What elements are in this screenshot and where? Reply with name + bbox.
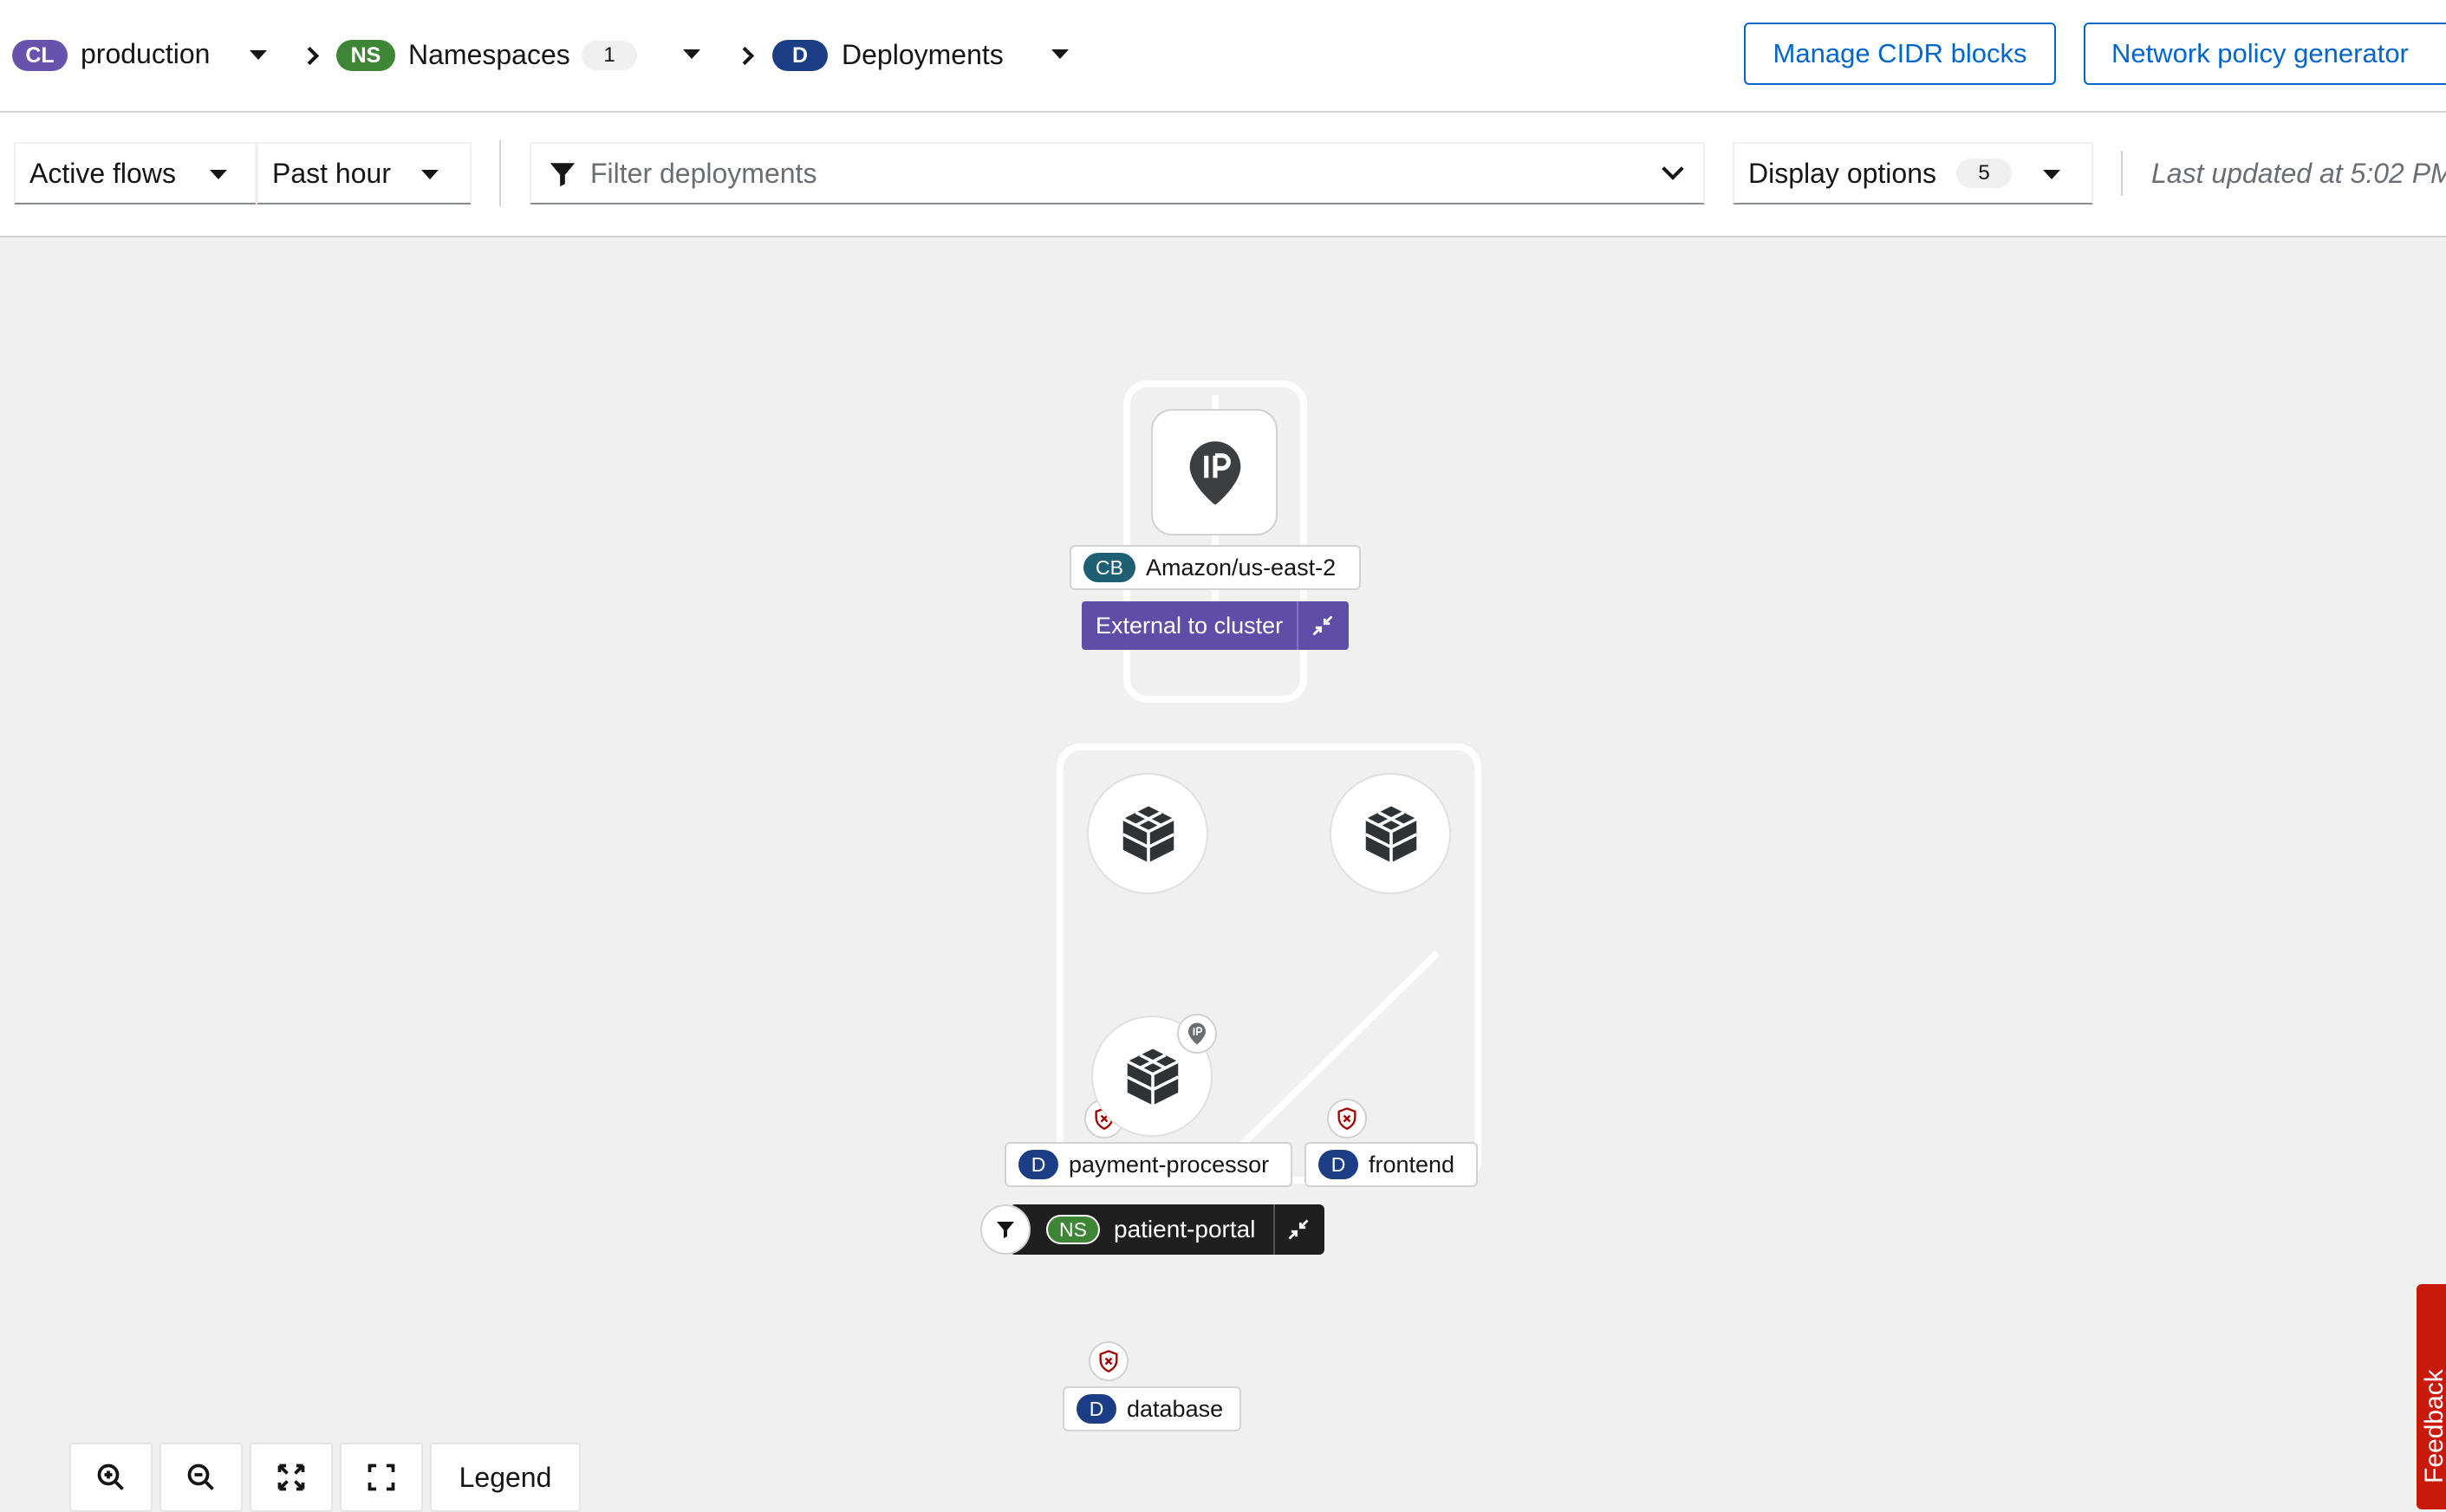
- cluster-dropdown-caret-icon[interactable]: [250, 50, 267, 60]
- collapse-arrows-icon[interactable]: [1286, 1217, 1311, 1242]
- graph-toolbar: Active flows Past hour Filter deployment…: [0, 113, 2446, 237]
- external-group-label[interactable]: External to cluster: [1082, 601, 1349, 650]
- deployment-name: frontend: [1369, 1151, 1455, 1178]
- deployments-label: Deployments: [842, 39, 1004, 70]
- deployment-label-database[interactable]: D database: [1063, 1386, 1241, 1431]
- filter-placeholder: Filter deployments: [590, 157, 817, 189]
- shield-x-icon: [1337, 1107, 1356, 1130]
- last-updated-text: Last updated at 5:02 PM: [2151, 158, 2446, 189]
- shield-x-icon: [1099, 1350, 1118, 1372]
- toolbar-divider: [2121, 151, 2123, 196]
- fit-to-screen-icon: [277, 1463, 305, 1491]
- namespaces-count-badge: 1: [582, 41, 637, 70]
- namespace-badge: NS: [1046, 1215, 1100, 1244]
- display-options-label: Display options: [1748, 157, 1936, 189]
- time-select-caret-icon: [421, 170, 439, 179]
- collapse-arrows-icon[interactable]: [1311, 613, 1335, 638]
- deployment-node-frontend[interactable]: [1330, 773, 1451, 894]
- network-policy-generator-button[interactable]: Network policy generator: [2084, 23, 2446, 85]
- deployment-name: payment-processor: [1069, 1151, 1270, 1178]
- policy-shield-database[interactable]: [1089, 1341, 1129, 1381]
- zoom-in-button[interactable]: [69, 1443, 153, 1512]
- external-group-name: External to cluster: [1096, 612, 1284, 639]
- namespace-badge: NS: [336, 40, 395, 71]
- cluster-badge: CL: [12, 40, 68, 71]
- network-graph-canvas[interactable]: CB Amazon/us-east-2 External to cluster …: [0, 237, 2446, 1496]
- namespaces-label: Namespaces: [408, 39, 570, 70]
- cidr-block-node[interactable]: [1151, 409, 1278, 535]
- deployment-badge: D: [772, 40, 828, 71]
- reset-view-icon: [368, 1463, 395, 1491]
- flows-select-value: Active flows: [29, 157, 176, 189]
- cluster-name: production: [81, 38, 211, 69]
- flows-select-caret-icon: [210, 170, 227, 179]
- external-ip-indicator[interactable]: [1177, 1014, 1217, 1054]
- deployment-name: database: [1127, 1395, 1224, 1422]
- namespace-filter-button[interactable]: [980, 1204, 1031, 1255]
- deployment-label-payment-processor[interactable]: D payment-processor: [1005, 1142, 1292, 1187]
- top-bar: CL production NS Namespaces 1 D Deployme…: [0, 0, 2446, 113]
- breadcrumb-separator-icon: [735, 46, 755, 66]
- policy-shield-frontend[interactable]: [1327, 1099, 1367, 1139]
- namespace-group-label[interactable]: NS patient-portal: [980, 1204, 1324, 1255]
- ip-marker-icon: [1188, 1022, 1206, 1045]
- filter-icon: [997, 1222, 1014, 1238]
- display-options-select[interactable]: Display options 5: [1733, 142, 2093, 204]
- filter-deployments-input[interactable]: Filter deployments: [530, 142, 1705, 204]
- time-window-select[interactable]: Past hour: [257, 142, 472, 204]
- reset-view-button[interactable]: [340, 1443, 423, 1512]
- breadcrumb-separator-icon: [300, 46, 320, 66]
- display-options-count: 5: [1956, 159, 2012, 188]
- cidr-block-label[interactable]: CB Amazon/us-east-2: [1070, 545, 1361, 590]
- deployment-cube-icon: [1122, 806, 1175, 863]
- deployment-badge: D: [1318, 1150, 1358, 1179]
- zoom-out-icon: [187, 1463, 214, 1490]
- ip-marker-icon: [1189, 441, 1241, 505]
- deployment-cube-icon: [1126, 1048, 1180, 1106]
- deployment-badge: D: [1077, 1394, 1116, 1424]
- deployment-dropdown-caret-icon[interactable]: [1051, 49, 1069, 59]
- namespace-name: patient-portal: [1114, 1216, 1256, 1243]
- feedback-tab[interactable]: Feedback: [2417, 1284, 2446, 1509]
- filter-icon: [550, 163, 576, 187]
- manage-cidr-blocks-button[interactable]: Manage CIDR blocks: [1744, 23, 2056, 85]
- display-options-caret-icon: [2043, 170, 2060, 179]
- cidr-badge: CB: [1083, 553, 1135, 582]
- filter-chevron-down-icon[interactable]: [1662, 158, 1684, 180]
- legend-button[interactable]: Legend: [430, 1443, 581, 1512]
- feedback-label: Feedback: [2420, 1369, 2446, 1483]
- namespace-dropdown-caret-icon[interactable]: [683, 49, 700, 59]
- zoom-out-button[interactable]: [159, 1443, 243, 1512]
- time-window-value: Past hour: [272, 157, 391, 189]
- deployment-badge: D: [1018, 1150, 1058, 1179]
- deployment-label-frontend[interactable]: D frontend: [1304, 1142, 1478, 1187]
- toolbar-divider: [499, 140, 501, 206]
- label-divider: [1273, 1204, 1275, 1255]
- cidr-block-name: Amazon/us-east-2: [1146, 554, 1337, 581]
- deployment-node-payment-processor[interactable]: [1087, 773, 1208, 894]
- fit-to-screen-button[interactable]: [250, 1443, 333, 1512]
- zoom-in-icon: [97, 1463, 124, 1490]
- deployment-cube-icon: [1364, 806, 1418, 863]
- label-divider: [1297, 601, 1298, 650]
- flows-select[interactable]: Active flows: [14, 142, 257, 204]
